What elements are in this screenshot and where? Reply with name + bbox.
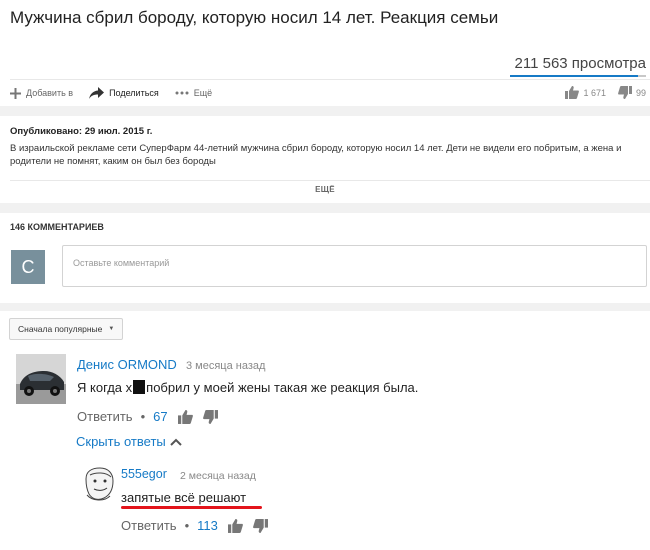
caret-down-icon: ▼ — [108, 326, 115, 332]
hide-replies-button[interactable]: Скрыть ответы — [76, 434, 182, 449]
thumbs-down-icon[interactable] — [252, 518, 268, 533]
more-dots-icon — [175, 91, 189, 95]
reply-like-count: 113 — [197, 518, 218, 533]
action-bar: Добавить в Поделиться Ещё — [10, 86, 228, 100]
video-description: Опубликовано: 29 июл. 2015 г. В израильс… — [10, 125, 640, 168]
dislike-count: 99 — [635, 87, 646, 98]
avatar[interactable] — [16, 354, 66, 404]
like-ratio-bar — [510, 75, 646, 77]
reply-button[interactable]: Ответить — [77, 409, 133, 424]
sort-dropdown[interactable]: Сначала популярные ▼ — [9, 318, 124, 340]
reply-button[interactable]: Ответить — [121, 518, 177, 533]
thumbs-up-icon[interactable] — [177, 409, 193, 424]
avatar[interactable] — [78, 465, 118, 505]
share-button[interactable]: Поделиться — [89, 87, 159, 99]
section-gap — [0, 203, 650, 213]
hide-replies-label: Скрыть ответы — [76, 434, 166, 449]
separator-dot: • — [140, 409, 146, 424]
publish-date: Опубликовано: 29 июл. 2015 г. — [10, 126, 153, 137]
comment-time[interactable]: 3 месяца назад — [186, 360, 265, 372]
comment-text-part: побрил у моей жены такая же реакция была… — [146, 380, 419, 395]
separator-dot: • — [184, 518, 190, 533]
thumbs-up-icon[interactable] — [565, 86, 580, 99]
sort-label: Сначала популярные — [18, 324, 103, 334]
more-actions-button[interactable]: Ещё — [175, 88, 212, 98]
like-dislike-group: 1 671 99 — [565, 86, 646, 99]
show-more-button[interactable]: ЕЩЁ — [0, 185, 650, 194]
current-user-avatar: C — [11, 250, 45, 284]
comment-text-part: Я когда х — [77, 380, 133, 395]
highlight-underline — [121, 506, 262, 509]
comment-actions: Ответить • 67 — [77, 409, 218, 424]
plus-icon — [10, 87, 21, 99]
reply-author[interactable]: 555egor — [121, 467, 167, 481]
censor-block — [133, 380, 146, 394]
comment-input[interactable]: Оставьте комментарий — [62, 245, 647, 287]
comment-text: Я когда х побрил у моей жены такая же реа… — [77, 380, 418, 395]
like-count: 1 671 — [583, 87, 606, 98]
chevron-up-icon — [170, 438, 182, 446]
share-label: Поделиться — [109, 88, 159, 98]
thumbs-down-icon[interactable] — [618, 86, 632, 99]
thumbs-up-icon[interactable] — [227, 518, 243, 533]
reply-actions: Ответить • 113 — [121, 518, 268, 533]
comment-like-count: 67 — [153, 409, 168, 424]
add-to-label: Добавить в — [26, 88, 74, 98]
section-gap — [0, 303, 650, 311]
section-gap — [0, 106, 650, 116]
reply-text: запятые всё решают — [121, 490, 247, 505]
description-text: В израильской рекламе сети СуперФарм 44-… — [10, 143, 622, 167]
view-count: 211 563 просмотра — [514, 55, 646, 72]
comments-count: 146 КОММЕНТАРИЕВ — [10, 222, 104, 232]
comment-author[interactable]: Денис ORMOND — [77, 357, 177, 372]
more-actions-label: Ещё — [193, 88, 213, 98]
divider — [10, 79, 650, 80]
add-to-button[interactable]: Добавить в — [10, 87, 74, 99]
reply-time[interactable]: 2 месяца назад — [180, 470, 256, 482]
divider — [10, 180, 650, 181]
share-arrow-icon — [89, 87, 105, 99]
video-title: Мужчина сбрил бороду, которую носил 14 л… — [10, 8, 499, 27]
thumbs-down-icon[interactable] — [202, 409, 218, 424]
